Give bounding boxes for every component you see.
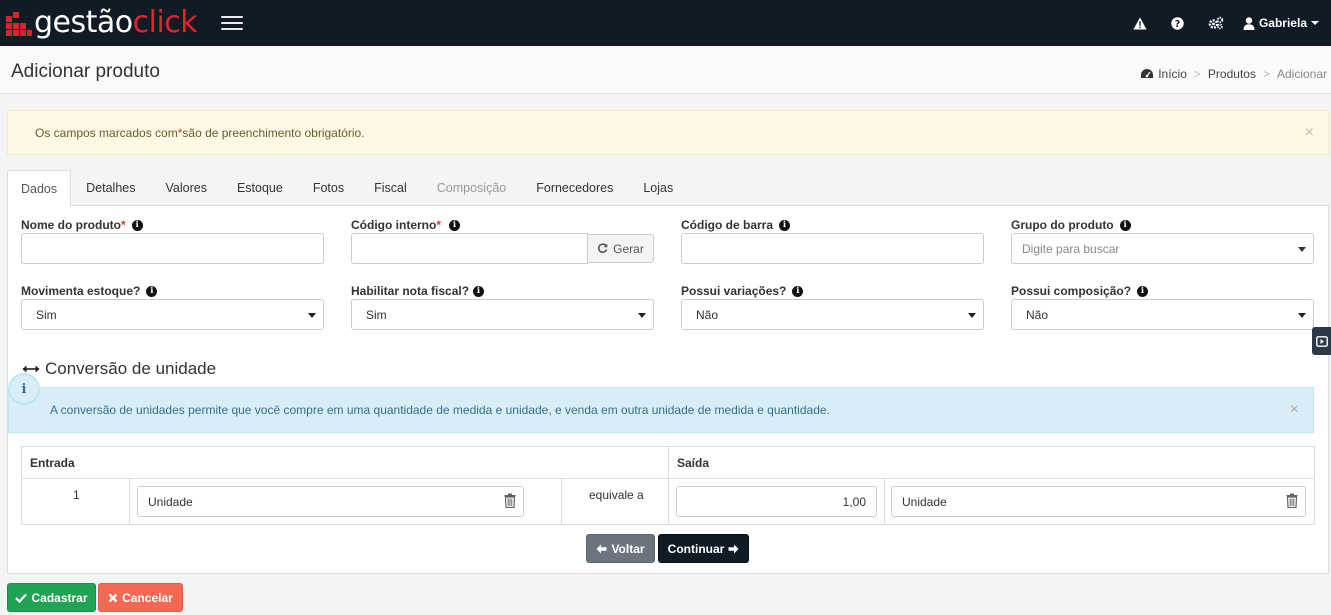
logo-text: gestãoclick — [34, 5, 198, 40]
info-icon[interactable]: i — [779, 219, 791, 231]
voltar-button[interactable]: Voltar — [586, 534, 655, 563]
label-movimenta-estoque: Movimenta estoque? i — [21, 284, 158, 298]
label-nome-produto: Nome do produto * i — [21, 218, 143, 232]
conversion-info-alert: A conversão de unidades permite que você… — [8, 387, 1314, 433]
close-alert-button[interactable]: × — [1290, 401, 1299, 419]
possui-variacoes-select[interactable]: Não — [681, 299, 984, 330]
top-navbar: gestãoclick ? Gabriela — [0, 0, 1331, 46]
habilitar-nota-select[interactable]: Sim — [351, 299, 654, 330]
tab-detalhes[interactable]: Detalhes — [71, 170, 150, 206]
close-alert-button[interactable]: × — [1305, 124, 1314, 142]
caret-down-icon — [638, 313, 646, 318]
equivale-label: equivale a — [589, 488, 644, 502]
caret-down-icon — [1311, 21, 1319, 25]
refresh-icon — [597, 243, 608, 254]
page-title: Adicionar produto — [11, 61, 160, 82]
tab-fotos[interactable]: Fotos — [298, 170, 359, 206]
movimenta-estoque-select[interactable]: Sim — [21, 299, 324, 330]
info-icon[interactable]: i — [449, 219, 460, 231]
close-icon — [108, 593, 118, 603]
cadastrar-button[interactable]: Cadastrar — [7, 583, 96, 612]
tab-lojas[interactable]: Lojas — [628, 170, 688, 206]
saida-quantidade-input[interactable]: 1,00 — [676, 486, 877, 517]
breadcrumb-home[interactable]: Início — [1158, 67, 1187, 81]
check-icon — [15, 593, 28, 603]
caret-down-icon — [968, 313, 976, 318]
label-grupo-produto: Grupo do produto i — [1011, 218, 1131, 232]
codigo-barra-input[interactable] — [681, 233, 984, 264]
label-possui-composicao: Possui composição? i — [1011, 284, 1149, 298]
continuar-button[interactable]: Continuar — [658, 534, 749, 563]
warning-icon[interactable] — [1121, 0, 1159, 46]
label-habilitar-nota: Habilitar nota fiscal? i — [351, 284, 485, 298]
user-menu[interactable]: Gabriela — [1235, 0, 1331, 46]
info-icon[interactable]: i — [1137, 285, 1149, 297]
page-header: Adicionar produto Início > Produtos > Ad… — [0, 46, 1331, 94]
entrada-unidade-input[interactable]: Unidade — [137, 486, 524, 517]
svg-text:?: ? — [1175, 19, 1181, 30]
tab-dados[interactable]: Dados — [7, 170, 72, 206]
tab-valores[interactable]: Valores — [150, 170, 221, 206]
tab-fornecedores[interactable]: Fornecedores — [521, 170, 628, 206]
side-panel-toggle-icon[interactable] — [1312, 327, 1331, 355]
caret-down-icon — [1298, 313, 1306, 318]
menu-toggle-icon[interactable] — [221, 16, 244, 30]
label-codigo-barra: Código de barra i — [681, 218, 791, 232]
caret-down-icon — [1298, 247, 1306, 252]
info-icon[interactable]: i — [131, 219, 143, 231]
breadcrumb-current: Adicionar — [1276, 67, 1327, 81]
label-codigo-interno: Código interno * i — [351, 218, 460, 232]
info-icon[interactable]: i — [146, 285, 158, 297]
trash-icon[interactable] — [1286, 493, 1298, 508]
user-name: Gabriela — [1258, 16, 1307, 30]
cancelar-button[interactable]: Cancelar — [98, 583, 183, 612]
dashboard-icon — [1140, 68, 1154, 80]
info-icon[interactable]: i — [792, 285, 804, 297]
user-icon — [1243, 16, 1255, 30]
product-tabs: Dados Detalhes Valores Estoque Fotos Fis… — [7, 170, 688, 206]
label-possui-variacoes: Possui variações? i — [681, 284, 804, 298]
info-icon[interactable]: i — [1119, 219, 1131, 231]
codigo-interno-input[interactable] — [351, 233, 588, 264]
entrada-quantidade: 1 — [73, 488, 80, 502]
conversion-table: Entrada Saída 1 Unidade equivale a 1,00 … — [21, 446, 1315, 525]
settings-cogs-icon[interactable] — [1197, 0, 1235, 46]
breadcrumb: Início > Produtos > Adicionar — [1140, 67, 1327, 81]
tab-composicao: Composição — [436, 181, 507, 195]
tab-fiscal[interactable]: Fiscal — [359, 170, 422, 206]
logo-mark-icon — [6, 12, 32, 40]
nome-produto-input[interactable] — [21, 233, 324, 264]
tab-estoque[interactable]: Estoque — [222, 170, 298, 206]
arrow-left-icon — [596, 544, 607, 554]
breadcrumb-produtos[interactable]: Produtos — [1208, 67, 1256, 81]
arrow-right-icon — [728, 544, 739, 554]
header-entrada: Entrada — [22, 447, 669, 479]
info-icon[interactable]: i — [473, 285, 485, 297]
section-title-conversao: Conversão de unidade — [22, 359, 216, 379]
logo[interactable]: gestãoclick — [6, 0, 198, 46]
required-fields-alert: Os campos marcados com * são de preenchi… — [7, 110, 1329, 155]
info-circle-icon: i — [8, 373, 40, 405]
grupo-produto-select[interactable]: Digite para buscar — [1011, 233, 1314, 264]
possui-composicao-select[interactable]: Não — [1011, 299, 1314, 330]
help-icon[interactable]: ? — [1159, 0, 1197, 46]
gerar-codigo-button[interactable]: Gerar — [587, 234, 654, 263]
caret-down-icon — [308, 313, 316, 318]
tab-panel-dados: Nome do produto * i Código interno * i Códig… — [7, 205, 1329, 574]
saida-unidade-input[interactable]: Unidade — [891, 486, 1306, 517]
header-saida: Saída — [669, 447, 1315, 479]
trash-icon[interactable] — [504, 493, 516, 508]
